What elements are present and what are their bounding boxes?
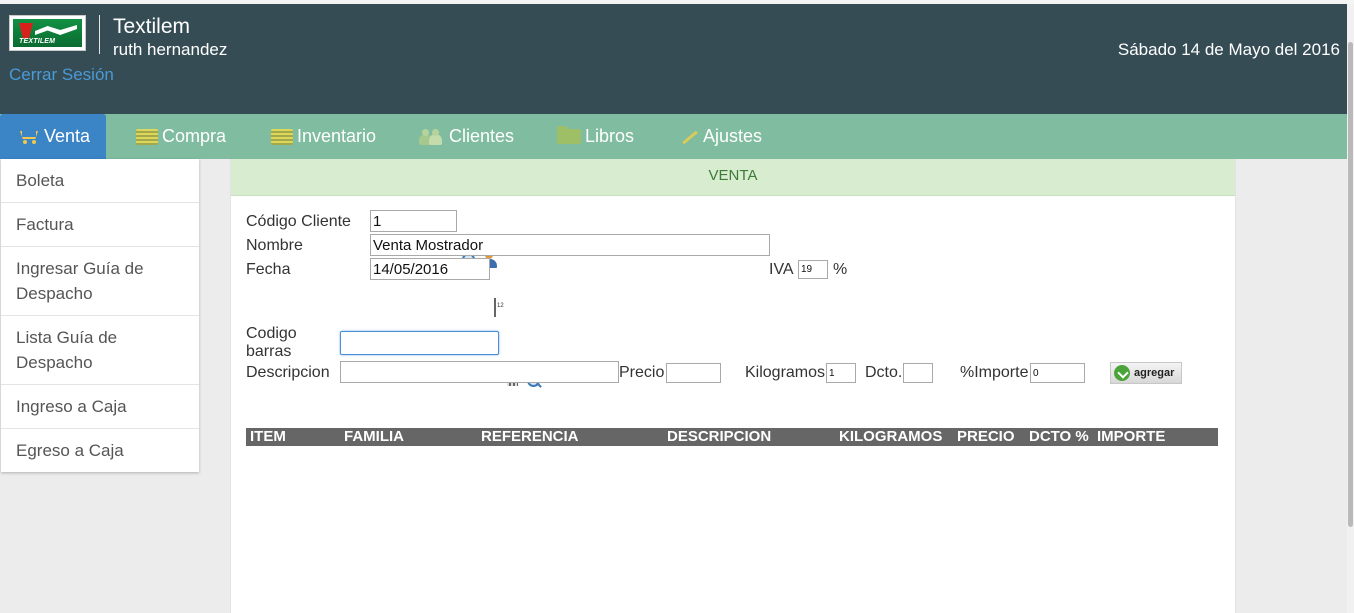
- app-header: TEXTILEM Textilem ruth hernandez Cerrar …: [0, 4, 1354, 114]
- list-icon: [136, 128, 158, 145]
- calendar-icon[interactable]: 12: [494, 298, 504, 317]
- col-importe: IMPORTE: [1097, 428, 1166, 445]
- col-precio: PRECIO: [957, 428, 1015, 445]
- items-table-header: ITEM FAMILIA REFERENCIA DESCRIPCION KILO…: [246, 428, 1218, 446]
- nav-libros-label: Libros: [585, 126, 635, 146]
- header-divider: [99, 15, 100, 54]
- page-scrollbar[interactable]: [1347, 4, 1354, 613]
- col-descripcion: DESCRIPCION: [667, 428, 772, 445]
- agregar-button-label: agregar: [1134, 367, 1175, 379]
- nav-inventario[interactable]: Inventario: [271, 114, 376, 159]
- fecha-label: Fecha: [246, 261, 291, 278]
- iva-input[interactable]: [798, 260, 828, 279]
- codigo-barras-label-line2: barras: [246, 343, 292, 360]
- iva-label: IVA: [769, 261, 794, 278]
- scrollbar-thumb[interactable]: [1348, 42, 1353, 527]
- textilem-logo: TEXTILEM: [9, 15, 86, 51]
- sidebar-item-ingresar-guia[interactable]: Ingresar Guía de Despacho: [1, 247, 199, 316]
- nav-compra-label: Compra: [162, 126, 227, 146]
- nav-venta-label: Venta: [44, 126, 91, 146]
- list-icon: [271, 128, 293, 145]
- wrench-icon: [679, 128, 699, 146]
- codigo-barras-label: Codigo barras: [246, 325, 297, 361]
- kilogramos-input[interactable]: [826, 363, 856, 383]
- dcto-label: Dcto.: [865, 364, 903, 381]
- current-date: Sábado 14 de Mayo del 2016: [1117, 40, 1340, 59]
- sidebar-item-factura[interactable]: Factura: [1, 203, 199, 247]
- sidebar-item-egreso-caja[interactable]: Egreso a Caja: [1, 429, 199, 472]
- codigo-barras-input[interactable]: [340, 331, 499, 355]
- nav-clientes-label: Clientes: [449, 126, 515, 146]
- col-item: ITEM: [250, 428, 286, 445]
- panel-title: VENTA: [231, 159, 1235, 196]
- precio-label: Precio: [619, 364, 665, 381]
- sidebar-menu: Boleta Factura Ingresar Guía de Despacho…: [1, 159, 199, 472]
- folder-icon: [557, 126, 581, 144]
- users-icon: [419, 128, 445, 145]
- logout-link[interactable]: Cerrar Sesión: [9, 65, 114, 85]
- nav-inventario-label: Inventario: [297, 126, 377, 146]
- nombre-input[interactable]: [370, 234, 770, 256]
- nav-libros[interactable]: Libros: [557, 114, 634, 159]
- agregar-button[interactable]: agregar: [1110, 362, 1182, 384]
- codigo-cliente-input[interactable]: [370, 210, 457, 232]
- app-title: Textilem: [113, 15, 191, 38]
- user-name: ruth hernandez: [113, 40, 228, 59]
- codigo-barras-label-line1: Codigo: [246, 325, 297, 342]
- add-arrow-icon: [1114, 365, 1130, 381]
- venta-panel: VENTA Código Cliente Nombre Fecha 12 IVA…: [230, 159, 1236, 613]
- sidebar-item-ingreso-caja[interactable]: Ingreso a Caja: [1, 385, 199, 429]
- nav-venta[interactable]: Venta: [0, 114, 106, 159]
- nav-clientes[interactable]: Clientes: [419, 114, 514, 159]
- importe-label: %Importe: [960, 364, 1029, 381]
- col-dcto: DCTO %: [1029, 428, 1089, 445]
- kilogramos-label: Kilogramos: [745, 364, 826, 381]
- cart-icon: [18, 129, 40, 144]
- col-kilogramos: KILOGRAMOS: [839, 428, 943, 445]
- descripcion-input[interactable]: [340, 361, 619, 383]
- dcto-input[interactable]: [903, 363, 933, 383]
- iva-percent-label: %: [833, 261, 848, 278]
- descripcion-label: Descripcion: [246, 364, 330, 381]
- nav-ajustes[interactable]: Ajustes: [679, 114, 762, 159]
- sidebar-item-lista-guia[interactable]: Lista Guía de Despacho: [1, 316, 199, 385]
- sidebar-item-boleta[interactable]: Boleta: [1, 159, 199, 203]
- col-familia: FAMILIA: [344, 428, 404, 445]
- col-referencia: REFERENCIA: [481, 428, 579, 445]
- codigo-cliente-label: Código Cliente: [246, 213, 351, 230]
- fecha-input[interactable]: [370, 258, 490, 280]
- precio-input[interactable]: [666, 363, 721, 383]
- nombre-label: Nombre: [246, 237, 303, 254]
- main-nav: Venta Compra Inventario Clientes Libros …: [0, 114, 1354, 159]
- logo-text: TEXTILEM: [19, 38, 56, 45]
- nav-ajustes-label: Ajustes: [703, 126, 763, 146]
- importe-input[interactable]: [1030, 363, 1085, 383]
- nav-compra[interactable]: Compra: [136, 114, 226, 159]
